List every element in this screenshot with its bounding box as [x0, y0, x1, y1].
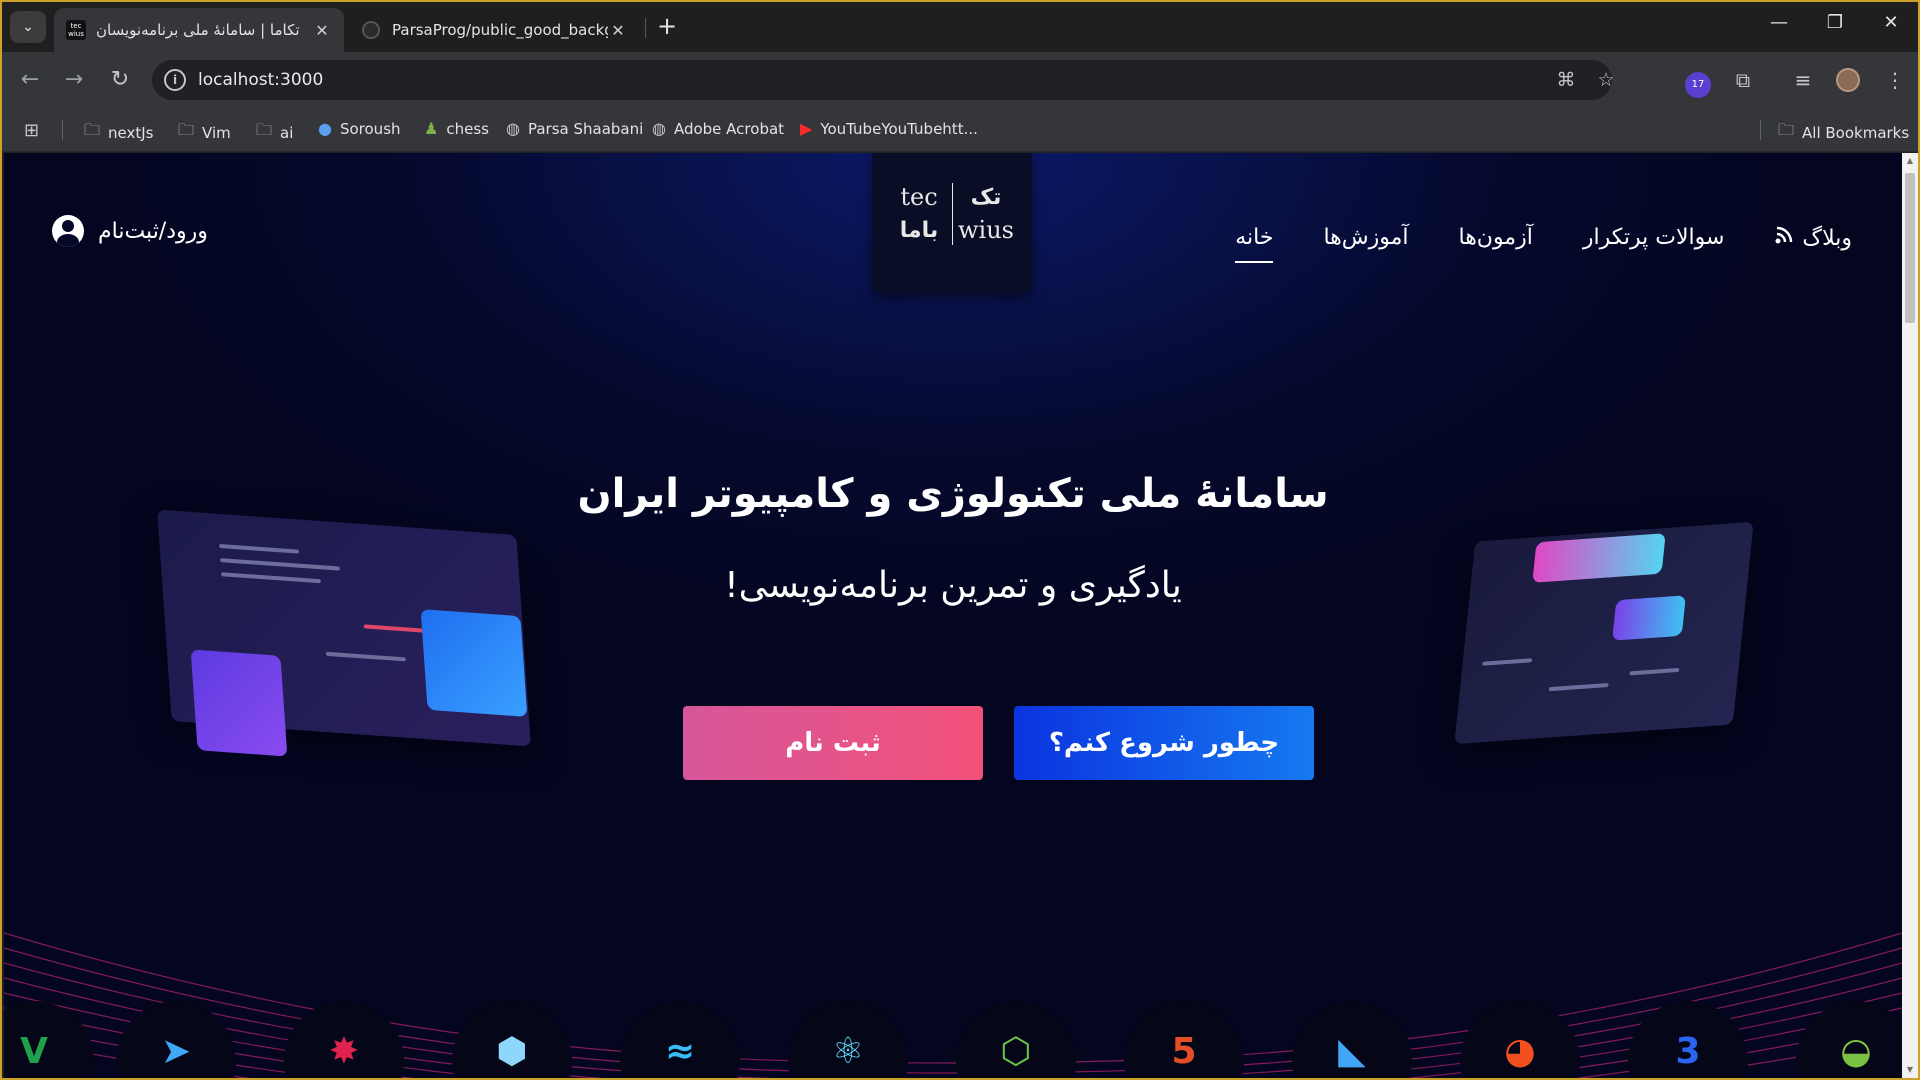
bookmark-label: Adobe Acrobat: [673, 119, 785, 138]
bookmark-adobe-acrobat[interactable]: ◍ Adobe Acrobat: [652, 119, 784, 138]
tab-takama[interactable]: tec wius تکاما | سامانهٔ ملی برنامه‌نویسا…: [54, 8, 344, 52]
close-window-icon[interactable]: ✕: [1876, 12, 1906, 33]
folder-icon: 🗀: [84, 120, 101, 139]
url-text[interactable]: localhost:3000: [198, 70, 323, 90]
chess-icon: ♟: [424, 119, 439, 138]
tab-title: تکاما | سامانهٔ ملی برنامه‌نویسان: [96, 21, 300, 39]
tab-github[interactable]: ParsaProg/public_good_backgr ✕: [350, 8, 640, 52]
get-started-button[interactable]: چطور شروع کنم؟: [1014, 706, 1314, 780]
translate-icon[interactable]: ⌘: [1554, 69, 1578, 91]
bookmark-label: YouTubeYouTubehtt...: [820, 119, 978, 138]
bookmark-nextjs[interactable]: 🗀 nextJs: [84, 119, 153, 146]
nav-tutorials[interactable]: آموزش‌ها: [1323, 225, 1408, 251]
bookmark-separator: [62, 120, 63, 140]
close-tab-icon[interactable]: ✕: [608, 21, 628, 40]
scroll-down-icon[interactable]: ▼: [1905, 1065, 1915, 1075]
scroll-thumb[interactable]: [1905, 173, 1915, 323]
logo-left-column: tec باما: [894, 181, 944, 247]
minimize-icon[interactable]: —: [1764, 12, 1794, 33]
close-tab-icon[interactable]: ✕: [312, 21, 332, 40]
globe-icon: ◍: [506, 119, 520, 138]
hero-title: سامانهٔ ملی تکنولوژی و کامپیوتر ایران: [577, 471, 1329, 517]
bookmark-parsa-shaabani[interactable]: ◍ Parsa Shaabani: [506, 119, 643, 138]
mockup-line: [1482, 658, 1533, 666]
mockup-line: [1629, 667, 1680, 676]
logo-text: باما: [899, 218, 939, 243]
site-info-icon[interactable]: i: [164, 69, 186, 91]
bookmark-youtube[interactable]: ▶ YouTubeYouTubehtt...: [800, 119, 978, 138]
apps-grid-icon[interactable]: ⊞: [24, 120, 39, 141]
reload-icon[interactable]: ↻: [106, 66, 134, 94]
folder-icon: 🗀: [256, 120, 273, 139]
browser-toolbar: ← → ↻ i localhost:3000 ⌘ ☆ ⧉ ≡ ⋮: [2, 52, 1918, 108]
mockup-card: [190, 649, 288, 757]
bookmark-star-icon[interactable]: ☆: [1594, 69, 1618, 91]
tecwius-favicon-icon: tec wius: [66, 20, 86, 40]
mockup-line: [325, 651, 406, 662]
bookmark-chess[interactable]: ♟ chess: [424, 119, 489, 138]
bookmark-soroush[interactable]: ● Soroush: [318, 119, 401, 138]
logo-text: wius: [958, 216, 1014, 244]
logo-text: tec: [900, 183, 938, 211]
login-label: ورود/ثبت‌نام: [98, 218, 208, 244]
page-scrollbar[interactable]: ▲ ▼: [1902, 153, 1918, 1078]
media-controls-icon[interactable]: ≡: [1790, 68, 1816, 92]
mockup-line: [1548, 682, 1609, 692]
globe-icon: ◍: [652, 119, 666, 138]
scroll-up-icon[interactable]: ▲: [1905, 156, 1915, 166]
bookmark-label: ai: [280, 123, 294, 142]
nav-home[interactable]: خانه: [1235, 225, 1274, 263]
nav-blog[interactable]: وبلاگ: [1774, 225, 1852, 251]
logo-divider: [952, 183, 953, 245]
mockup-line: [219, 543, 300, 554]
profile-avatar[interactable]: [1836, 68, 1860, 92]
folder-icon: 🗀: [178, 120, 195, 139]
github-icon: [362, 21, 380, 39]
nav-exams[interactable]: آزمون‌ها: [1458, 225, 1532, 251]
all-bookmarks[interactable]: 🗀 All Bookmarks: [1778, 119, 1909, 146]
new-tab-button[interactable]: +: [652, 12, 682, 42]
bookmark-ai[interactable]: 🗀 ai: [256, 119, 293, 146]
bookmark-separator: [1760, 120, 1761, 140]
tab-separator: [645, 18, 646, 38]
bookmark-label: All Bookmarks: [1802, 123, 1910, 142]
mockup-card: [420, 609, 528, 717]
youtube-icon: ▶: [800, 119, 813, 138]
bookmark-label: Vim: [202, 123, 231, 142]
soroush-icon: ●: [318, 119, 332, 138]
restore-icon[interactable]: ❐: [1820, 12, 1850, 33]
rss-icon: [1774, 225, 1794, 251]
logo-text: تک: [970, 185, 1002, 210]
page-viewport: tec باما تک wius خانه آموزش‌ها آزمون‌ها …: [4, 153, 1902, 1078]
back-arrow-icon[interactable]: ←: [16, 66, 44, 94]
login-register-link[interactable]: ورود/ثبت‌نام: [52, 215, 208, 247]
bookmarks-bar: ⊞ 🗀 nextJs 🗀 Vim 🗀 ai ● Soroush ♟ chess ◍ Pars…: [2, 108, 1918, 152]
forward-arrow-icon[interactable]: →: [60, 66, 88, 94]
tab-strip: ⌄ tec wius تکاما | سامانهٔ ملی برنامه‌نوی…: [2, 2, 1918, 52]
bookmark-label: nextJs: [108, 123, 154, 142]
bookmark-label: Parsa Shaabani: [527, 119, 644, 138]
browser-window: ⌄ tec wius تکاما | سامانهٔ ملی برنامه‌نوی…: [0, 0, 1920, 1080]
nav-faq[interactable]: سوالات پرتکرار: [1583, 225, 1725, 251]
nav-blog-label: وبلاگ: [1802, 225, 1852, 251]
address-bar[interactable]: i localhost:3000 ⌘ ☆: [152, 60, 1615, 100]
bookmark-label: Soroush: [339, 119, 401, 138]
folder-icon: 🗀: [1778, 120, 1795, 139]
user-circle-icon: [52, 215, 84, 247]
site-logo[interactable]: tec باما تک wius: [872, 153, 1032, 293]
hero-subtitle: یادگیری و تمرین برنامه‌نویسی!: [724, 565, 1182, 606]
bookmark-vim[interactable]: 🗀 Vim: [178, 119, 231, 146]
main-nav: خانه آموزش‌ها آزمون‌ها سوالات پرتکرار وب…: [1235, 225, 1852, 263]
tab-search-button[interactable]: ⌄: [10, 11, 46, 43]
browser-menu-icon[interactable]: ⋮: [1882, 68, 1908, 92]
extensions-puzzle-icon[interactable]: ⧉: [1730, 68, 1756, 92]
register-button[interactable]: ثبت نام: [683, 706, 983, 780]
extension-badge[interactable]: 17: [1685, 72, 1711, 98]
bookmark-label: chess: [446, 119, 489, 138]
logo-right-column: تک wius: [958, 181, 1014, 247]
tab-title: ParsaProg/public_good_backgr: [392, 21, 608, 39]
